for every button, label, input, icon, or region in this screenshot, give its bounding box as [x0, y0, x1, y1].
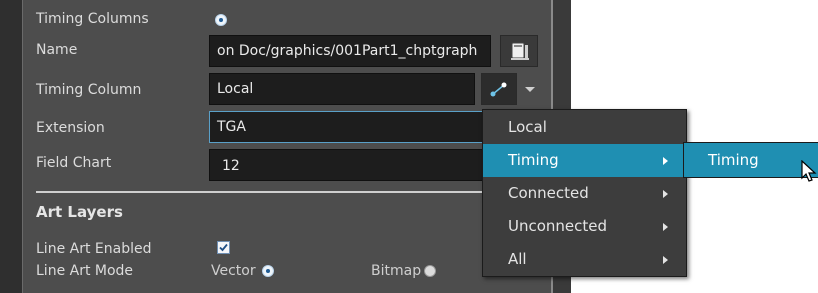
line-art-enabled-label: Line Art Enabled [36, 241, 152, 257]
section-divider [36, 191, 540, 193]
connect-timing-column-button[interactable] [481, 73, 517, 105]
menu-item-unconnected[interactable]: Unconnected [483, 210, 686, 243]
outer-window-frame [0, 0, 22, 293]
art-layers-heading: Art Layers [36, 203, 123, 221]
connect-nodes-icon [490, 82, 507, 97]
menu-item-all[interactable]: All [483, 243, 686, 276]
menu-item-label: Connected [508, 184, 589, 202]
submenu-arrow-icon [663, 256, 668, 264]
submenu-arrow-icon [663, 223, 668, 231]
name-label: Name [36, 42, 78, 58]
browse-button[interactable] [500, 35, 538, 67]
timing-submenu: Timing [683, 142, 818, 178]
bitmap-option-label: Bitmap [371, 263, 422, 279]
menu-item-timing[interactable]: Timing [483, 144, 686, 177]
timing-columns-radio-icon[interactable] [215, 14, 227, 26]
extension-field[interactable]: TGA [209, 111, 484, 143]
name-field-value: on Doc/graphics/001Part1_chptgraph [217, 43, 478, 59]
timing-columns-label: Timing Columns [36, 11, 149, 27]
line-art-enabled-checkbox[interactable] [217, 241, 230, 254]
vector-radio-icon[interactable] [262, 265, 274, 277]
menu-item-label: Local [508, 118, 547, 136]
name-field[interactable]: on Doc/graphics/001Part1_chptgraph [209, 35, 491, 67]
extension-label: Extension [36, 120, 105, 136]
timing-column-field[interactable]: Local [209, 73, 475, 105]
vector-option-label: Vector [211, 263, 256, 279]
line-art-mode-label: Line Art Mode [36, 263, 134, 279]
submenu-arrow-icon [663, 190, 668, 198]
field-chart-field[interactable]: 12 [209, 149, 484, 181]
menu-item-local[interactable]: Local [483, 111, 686, 144]
checkbox-checked-icon [219, 243, 228, 252]
submenu-item-label: Timing [708, 151, 759, 169]
menu-item-connected[interactable]: Connected [483, 177, 686, 210]
browse-file-icon [511, 42, 529, 60]
timing-column-label: Timing Column [36, 82, 142, 98]
dropdown-arrow-icon [525, 87, 535, 92]
mouse-cursor-icon [801, 160, 817, 182]
menu-item-label: Timing [508, 151, 559, 169]
menu-item-label: Unconnected [508, 217, 608, 235]
timing-column-dropdown-menu: Local Timing Connected Unconnected All [482, 109, 687, 277]
submenu-arrow-icon [663, 157, 668, 165]
menu-item-label: All [508, 250, 527, 268]
bitmap-radio-icon[interactable] [424, 265, 436, 277]
submenu-item-timing[interactable]: Timing [684, 143, 818, 177]
field-chart-label: Field Chart [36, 155, 112, 171]
timing-column-dropdown-button[interactable] [519, 73, 541, 105]
